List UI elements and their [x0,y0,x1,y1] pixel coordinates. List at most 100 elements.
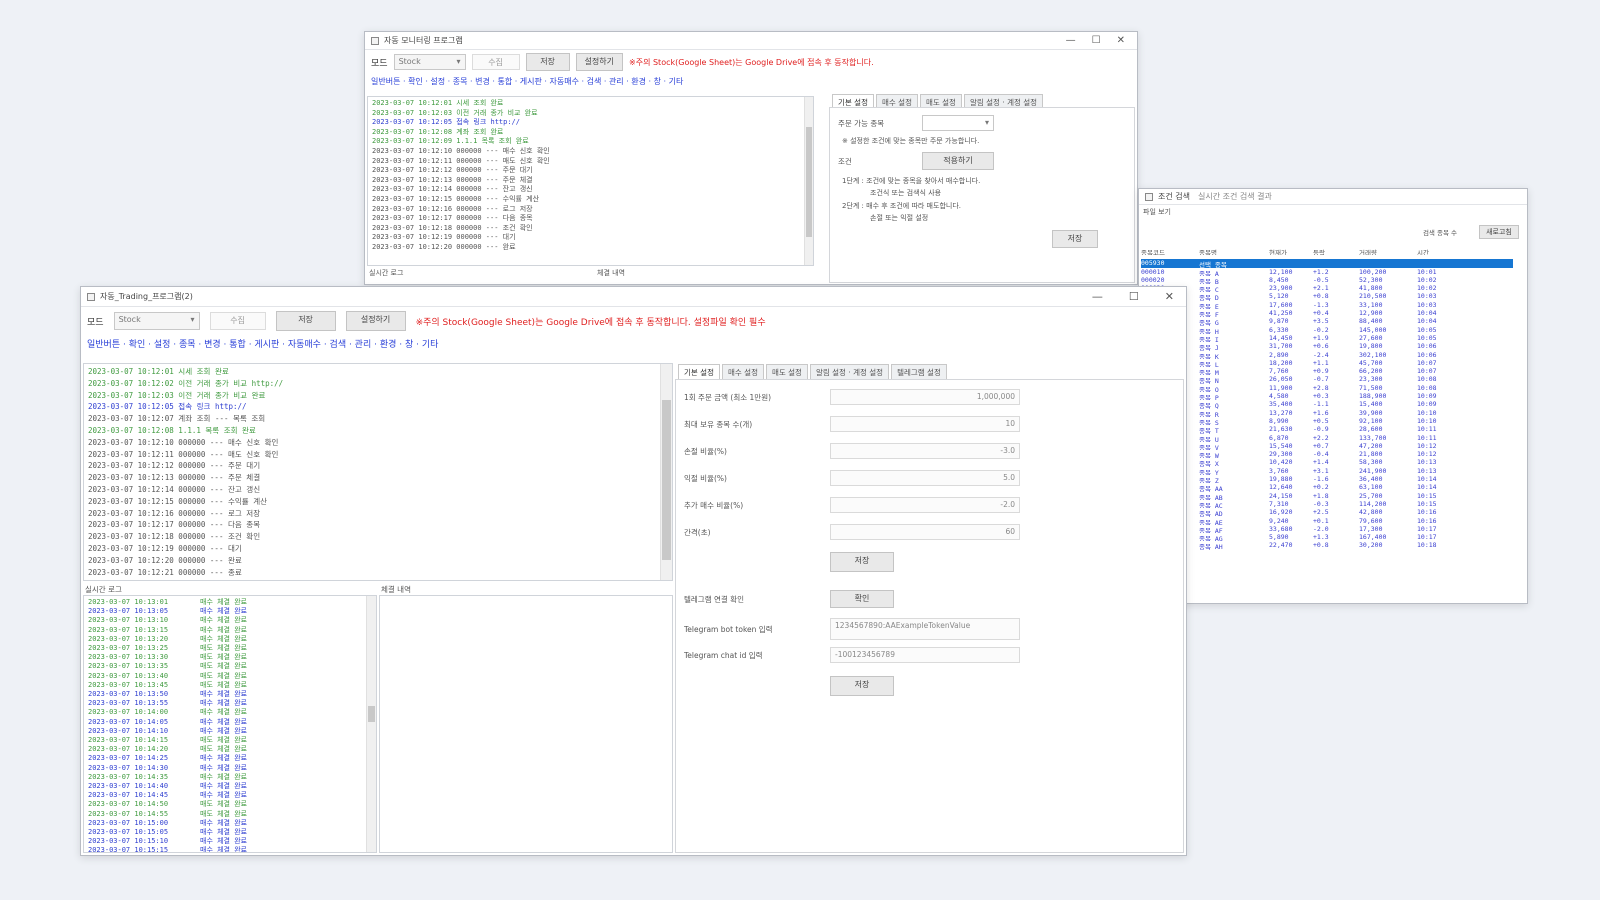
minimize-icon[interactable]: — [1066,35,1076,46]
table-row[interactable]: 000190종목 S8,990+0.592,10010:10 [1141,417,1513,425]
table-row[interactable]: 000280종목 AB24,150+1.825,70010:15 [1141,492,1513,500]
table-row[interactable]: 000100종목 J31,700+0.619,80010:06 [1141,342,1513,350]
table-row[interactable]: 000060종목 F41,250+0.412,90010:04 [1141,309,1513,317]
refresh-button[interactable]: 새로고침 [1479,225,1519,239]
settings-row-input[interactable]: 5.0 [830,470,1020,486]
table-cell: 10:09 [1417,400,1437,409]
settings-button[interactable]: 설정하기 [345,311,406,331]
table-row[interactable]: 000230종목 W29,300-0.421,80010:12 [1141,450,1513,458]
log-scrollbar[interactable] [804,97,813,265]
table-cell: 000010 [1141,267,1165,276]
chat-id-label: Telegram chat id 입력 [684,650,763,660]
collect-input[interactable]: 수집 [209,312,266,330]
table-row[interactable]: 000200종목 T21,630-0.928,60010:11 [1141,425,1513,433]
bot-token-input[interactable]: 1234567890:AAExampleTokenValue [830,618,1020,640]
table-cell: 9,240 [1269,516,1289,525]
log-line: 2023-03-07 10:12:19 000000 --- 대기 [372,233,516,242]
trade-time: 2023-03-07 10:14:25 [88,754,169,763]
log-scrollbar[interactable] [660,364,672,580]
table-row[interactable]: 000340종목 AH22,470+0.830,20010:18 [1141,541,1513,549]
table-row[interactable]: 000290종목 AC7,310-0.3114,20010:15 [1141,500,1513,508]
log-line: 2023-03-07 10:12:13 000000 --- 주문 체결 [88,473,261,483]
mode-select[interactable]: Stock ▾ [393,54,466,70]
mode-select[interactable]: Stock ▾ [113,312,200,330]
table-row[interactable]: 000150종목 O11,900+2.871,50010:08 [1141,384,1513,392]
tab-2[interactable]: 매도 설정 [765,364,808,380]
trade-text: 매수 체결 완료 [200,726,248,735]
close-icon[interactable]: ✕ [1165,290,1174,303]
table-cell: 29,300 [1269,450,1293,459]
trade-log-line: 2023-03-07 10:14:45 매수 체결 완료 [88,791,372,800]
table-row[interactable]: 000270종목 AA12,640+0.263,10010:14 [1141,483,1513,491]
tab-1[interactable]: 매수 설정 [721,364,764,380]
save-telegram-button[interactable]: 저장 [830,676,894,696]
table-header[interactable]: 종목코드 종목명 현재가 등락 거래량 시간 [1141,247,1513,255]
table-cell [1269,259,1313,267]
table-row[interactable]: 000170종목 Q35,400-1.115,40010:09 [1141,400,1513,408]
settings-button[interactable]: 설정하기 [575,53,624,71]
back-log-panel[interactable]: 2023-03-07 10:12:01 시세 조회 완료 2023-03-07 1… [367,96,814,266]
order-target-select[interactable]: ▾ [922,115,994,131]
maximize-icon[interactable]: ☐ [1129,290,1139,303]
link-bar[interactable]: 일반버튼 · 확인 · 설정 · 종목 · 변경 · 통합 · 게시판 · 자동… [365,74,1137,90]
step2-desc: 2단계 : 매수 후 조건에 따라 매도합니다. [842,202,961,210]
table-row[interactable]: 000110종목 K2,890-2.4302,10010:06 [1141,351,1513,359]
table-cell: 10:05 [1417,333,1437,342]
tab-0[interactable]: 기본 설정 [678,364,720,380]
settings-row-input[interactable]: 10 [830,416,1020,432]
table-row[interactable]: 000140종목 N26,050-0.723,30010:08 [1141,375,1513,383]
telegram-check-button[interactable]: 확인 [830,590,894,608]
trade-log-line: 2023-03-07 10:13:01 매수 체결 완료 [88,598,372,607]
settings-row-input[interactable]: -3.0 [830,443,1020,459]
condition-result-table[interactable]: 종목코드 종목명 현재가 등락 거래량 시간 005930 선택 종목 000010 종목 A 12… [1141,247,1513,550]
collect-input[interactable]: 수집 [471,54,520,70]
right-menu[interactable]: 파일 보기 [1139,205,1527,219]
table-row[interactable]: 000180종목 R13,270+1.639,90010:10 [1141,409,1513,417]
table-row[interactable]: 000310종목 AE9,240+0.179,60010:16 [1141,517,1513,525]
table-row[interactable]: 000220종목 V15,540+0.747,20010:12 [1141,442,1513,450]
execution-panel[interactable] [379,595,673,853]
tab-4[interactable]: 텔레그램 설정 [891,364,947,380]
trade-log-line: 2023-03-07 10:15:15 매수 체결 완료 [88,846,372,852]
maximize-icon[interactable]: ☐ [1092,35,1101,46]
link-bar[interactable]: 일반버튼 · 확인 · 설정 · 종목 · 변경 · 통합 · 게시판 · 자동… [81,335,1186,355]
settings-row-input[interactable]: -2.0 [830,497,1020,513]
table-row[interactable]: 000250종목 Y3,760+3.1241,90010:13 [1141,467,1513,475]
main-log-panel[interactable]: 2023-03-07 10:12:01 시세 조회 완료 2023-03-07 1… [83,363,673,581]
table-row[interactable]: 000010 종목 A 12,100 +1.2 100,200 10:01 [1141,268,1513,276]
table-row[interactable]: 000050종목 E17,600-1.333,10010:03 [1141,301,1513,309]
apply-button[interactable]: 적용하기 [922,152,994,170]
table-row[interactable]: 000120종목 L18,200+1.145,70010:07 [1141,359,1513,367]
save-button[interactable]: 저장 [275,311,336,331]
trade-log-line: 2023-03-07 10:14:55 매도 체결 완료 [88,810,372,819]
table-row[interactable]: 000260종목 Z19,880-1.636,40010:14 [1141,475,1513,483]
settings-row-input[interactable]: 1,000,000 [830,389,1020,405]
table-row[interactable]: 000040종목 D5,120+0.8210,50010:03 [1141,292,1513,300]
table-row[interactable]: 000160종목 P4,580+0.3188,90010:09 [1141,392,1513,400]
table-row[interactable]: 000030종목 C23,900+2.141,80010:02 [1141,284,1513,292]
close-icon[interactable]: ✕ [1117,35,1125,46]
trade-log-scrollbar[interactable] [366,596,376,852]
table-row-selected[interactable]: 005930 선택 종목 [1141,259,1513,268]
trade-log-panel[interactable]: 2023-03-07 10:13:01 매수 체결 완료 2023-03-07 10… [83,595,377,853]
table-cell: 41,800 [1359,284,1383,293]
table-row[interactable]: 000240종목 X10,420+1.458,30010:13 [1141,458,1513,466]
chat-id-input[interactable]: -100123456789 [830,647,1020,663]
table-row[interactable]: 000320종목 AF33,680-2.017,30010:17 [1141,525,1513,533]
save-settings-button[interactable]: 저장 [830,552,894,572]
minimize-icon[interactable]: — [1092,290,1103,303]
table-row[interactable]: 000020 종목 B 8,450 -0.5 52,300 10:02 [1141,276,1513,284]
table-row[interactable]: 000080종목 H6,330-0.2145,00010:05 [1141,326,1513,334]
table-cell: 30,200 [1359,541,1383,550]
table-row[interactable]: 000090종목 I14,450+1.927,60010:05 [1141,334,1513,342]
table-row[interactable]: 000070종목 G9,870+3.588,40010:04 [1141,317,1513,325]
tab-3[interactable]: 알림 설정 · 계정 설정 [809,364,890,380]
table-row[interactable]: 000330종목 AG5,890+1.3167,40010:17 [1141,533,1513,541]
table-cell: 188,900 [1359,392,1387,401]
table-row[interactable]: 000210종목 U6,870+2.2133,70010:11 [1141,434,1513,442]
table-row[interactable]: 000130종목 M7,760+0.966,20010:07 [1141,367,1513,375]
settings-row-input[interactable]: 60 [830,524,1020,540]
table-row[interactable]: 000300종목 AD16,920+2.542,80010:16 [1141,508,1513,516]
save-button[interactable]: 저장 [525,53,570,71]
save-button[interactable]: 저장 [1052,230,1098,248]
